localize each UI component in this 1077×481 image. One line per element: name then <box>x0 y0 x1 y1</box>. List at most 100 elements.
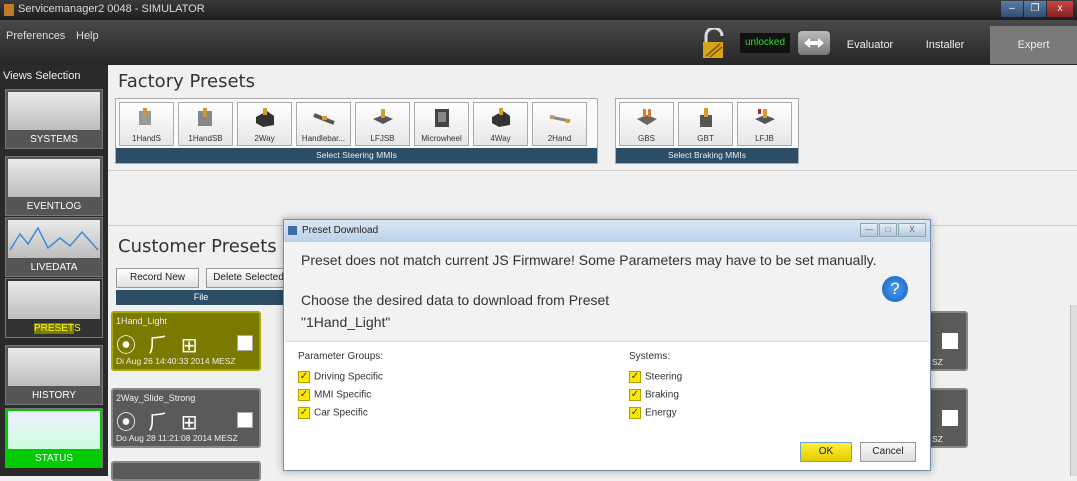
checkbox-checked[interactable]: ✓ <box>629 371 641 383</box>
steering-checkbox[interactable]: ✓ Steering <box>629 371 682 383</box>
sidebar-item-label: SYSTEMS <box>30 134 78 145</box>
handlebar-icon <box>313 113 335 125</box>
preset-gbt[interactable]: GBT <box>678 102 733 146</box>
braking-checkbox[interactable]: ✓ Braking <box>629 389 679 401</box>
history-thumbnail <box>8 348 100 386</box>
menu-help[interactable]: Help <box>76 30 99 42</box>
checkbox-label: Steering <box>645 371 683 383</box>
preset-card-1hand-light[interactable]: 1Hand_Light ⦿ ⺁ ⊞ Di Aug 26 14:40:33 201… <box>111 311 261 371</box>
file-column-header: File <box>116 290 286 305</box>
mmi-specific-checkbox[interactable]: ✓ MMI Specific <box>298 389 371 401</box>
brake-lever-icon <box>637 109 657 125</box>
close-button[interactable]: x <box>1047 1 1073 17</box>
divider <box>108 170 1077 171</box>
sidebar-item-livedata[interactable]: LIVEDATA <box>5 217 103 277</box>
sidebar-item-history[interactable]: HISTORY <box>5 345 103 405</box>
preset-checkbox[interactable] <box>942 333 958 349</box>
preset-lfjb[interactable]: LFJB <box>737 102 792 146</box>
tab-installer[interactable]: Installer <box>910 26 980 64</box>
menu-preferences[interactable]: Preferences <box>6 30 65 42</box>
sidebar-item-presets[interactable]: PRESETS <box>5 278 103 338</box>
preset-label: Microwheel <box>421 134 462 143</box>
preset-handlebar[interactable]: Handlebar... <box>296 102 351 146</box>
sidebar-item-label: PRESETS <box>34 323 81 334</box>
preset-download-dialog: Preset Download — □ X Preset does not ma… <box>283 219 931 471</box>
menu-bar: Preferences Help unlocked Evaluator Inst… <box>0 20 1077 65</box>
preset-checkbox[interactable] <box>237 412 253 428</box>
preset-label: GBT <box>697 134 714 143</box>
dialog-maximize-button[interactable]: □ <box>879 223 897 237</box>
systems-thumbnail <box>8 92 100 130</box>
help-icon[interactable]: ? <box>882 276 908 302</box>
window-title: Servicemanager2 0048 - SIMULATOR <box>18 3 205 15</box>
car-specific-checkbox[interactable]: ✓ Car Specific <box>298 407 368 419</box>
checkbox-checked[interactable]: ✓ <box>629 389 641 401</box>
preset-system-icons: ⦿ ⺁ ⊞ <box>116 410 201 434</box>
dialog-window-controls: — □ X <box>860 223 926 237</box>
preset-lfjsb[interactable]: LFJSB <box>355 102 410 146</box>
preset-label: 4Way <box>490 134 511 143</box>
preset-2way[interactable]: 2Way <box>237 102 292 146</box>
preset-name: 1Hand_Light <box>116 316 168 326</box>
preset-checkbox[interactable] <box>237 335 253 351</box>
checkbox-label: MMI Specific <box>314 389 372 401</box>
date-suffix: SZ <box>932 434 943 444</box>
sidebar-item-label: STATUS <box>35 453 73 464</box>
maximize-button[interactable]: ❐ <box>1024 1 1046 17</box>
presets-thumbnail <box>8 281 100 319</box>
cancel-button[interactable]: Cancel <box>860 442 916 462</box>
energy-checkbox[interactable]: ✓ Energy <box>629 407 677 419</box>
dialog-minimize-button[interactable]: — <box>860 223 878 237</box>
preset-name-text: "1Hand_Light" <box>301 314 391 330</box>
sidebar-item-status[interactable]: STATUS <box>5 408 103 468</box>
dialog-title: Preset Download <box>302 225 379 236</box>
dialog-message-area: Preset does not match current JS Firmwar… <box>285 242 929 342</box>
tab-evaluator[interactable]: Evaluator <box>835 26 905 64</box>
checkbox-checked[interactable]: ✓ <box>298 371 310 383</box>
preset-microwheel[interactable]: Microwheel <box>414 102 469 146</box>
switch-arrows-icon[interactable] <box>798 31 830 55</box>
preset-1handsb[interactable]: 1HandSB <box>178 102 233 146</box>
dialog-title-bar: Preset Download — □ X <box>284 220 930 242</box>
ok-button[interactable]: OK <box>800 442 852 462</box>
status-thumbnail <box>8 411 100 449</box>
preset-system-icons: ⦿ ⺁ ⊞ <box>116 333 201 357</box>
brake-throttle-icon <box>700 108 712 127</box>
lock-status: unlocked <box>740 33 790 53</box>
factory-presets-title: Factory Presets <box>118 71 255 92</box>
minimize-button[interactable]: – <box>1001 1 1023 17</box>
preset-1hands[interactable]: 1HandS <box>119 102 174 146</box>
joystick-icon <box>198 108 212 126</box>
select-braking-footer: Select Braking MMIs <box>616 148 798 163</box>
preset-card-2way-slide-strong[interactable]: 2Way_Slide_Strong ⦿ ⺁ ⊞ Do Aug 28 11:21:… <box>111 388 261 448</box>
preset-label: Handlebar... <box>301 134 346 143</box>
preset-date: Do Aug 28 11:21:08 2014 MESZ <box>116 433 238 443</box>
dialog-close-button[interactable]: X <box>898 223 926 237</box>
preset-2hand[interactable]: 2Hand <box>532 102 587 146</box>
sidebar-item-eventlog[interactable]: EVENTLOG <box>5 156 103 216</box>
record-new-button[interactable]: Record New <box>116 268 199 288</box>
delete-selected-button[interactable]: Delete Selected <box>206 268 291 288</box>
select-steering-footer: Select Steering MMIs <box>116 148 597 163</box>
padlock-icon[interactable] <box>700 28 730 60</box>
presets-scrollbar[interactable] <box>1070 305 1077 476</box>
lock-area: unlocked <box>700 26 830 62</box>
preset-checkbox[interactable] <box>942 410 958 426</box>
checkbox-label: Car Specific <box>314 407 368 419</box>
driving-specific-checkbox[interactable]: ✓ Driving Specific <box>298 371 383 383</box>
preset-card-right[interactable]: SZ <box>928 388 968 448</box>
preset-4way[interactable]: 4Way <box>473 102 528 146</box>
braking-presets-group: GBS GBT LFJB Select Braking MMIs <box>615 98 799 164</box>
tab-expert[interactable]: Expert <box>990 26 1077 64</box>
checkbox-checked[interactable]: ✓ <box>629 407 641 419</box>
preset-gbs[interactable]: GBS <box>619 102 674 146</box>
preset-card-right[interactable]: SZ <box>928 311 968 371</box>
preset-label: 2Hand <box>547 134 572 143</box>
preset-card-partial[interactable] <box>111 461 261 481</box>
checkbox-checked[interactable]: ✓ <box>298 407 310 419</box>
preset-name: 2Way_Slide_Strong <box>116 393 196 403</box>
sidebar-item-label: HISTORY <box>31 390 77 401</box>
sidebar-item-systems[interactable]: SYSTEMS <box>5 89 103 149</box>
joystick-icon <box>139 108 151 125</box>
checkbox-checked[interactable]: ✓ <box>298 389 310 401</box>
